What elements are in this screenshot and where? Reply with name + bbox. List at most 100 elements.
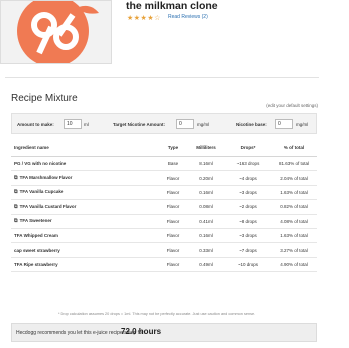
ingredient-ml: 8.16ml (187, 156, 225, 172)
ingredient-ml-text: 0.16ml (199, 189, 213, 195)
orange-logo-icon (17, 1, 99, 63)
ingredient-drops: ~7 drops (225, 242, 271, 258)
nicotine-label: Target Nicotine Amount: (113, 122, 165, 127)
ingredient-percent-text: 81.63% of total (278, 161, 310, 167)
table-row: TFA Ripe strawberry Flavor 0.49ml ~10 drops… (11, 257, 317, 273)
ingredient-ml-text: 0.16ml (199, 233, 213, 239)
external-link-icon[interactable]: ⧉ (14, 175, 18, 181)
ingredient-name[interactable]: ⧉ TFA Sweetener (11, 214, 159, 229)
external-link-icon[interactable]: ⧉ (14, 218, 18, 224)
read-reviews-link[interactable]: Read Reviews (2) (168, 14, 208, 21)
ingredient-ml: 0.33ml (187, 242, 225, 258)
ingredient-type-text: Base (167, 161, 179, 167)
ingredient-percent: 1.63% of total (271, 228, 317, 244)
col-type: Type (159, 139, 187, 157)
ingredient-type-text: Flavor (166, 233, 180, 239)
ingredient-type-text: Flavor (166, 218, 180, 224)
ingredient-drops-text: ~3 drops (239, 233, 257, 239)
ingredient-name: PG / VG with no nicotine (11, 156, 159, 172)
ingredient-drops: ~3 drops (225, 185, 271, 201)
ingredient-name-text: TFA Whipped Cream (14, 233, 58, 239)
table-row: ⧉ TFA Marshmallow Flavor Flavor 0.20ml ~4 dr… (11, 170, 317, 186)
ingredient-drops: ~10 drops (225, 257, 271, 273)
table-row: PG / VG with no nicotine Base 8.16ml ~163 d… (11, 156, 317, 172)
ingredient-name[interactable]: ⧉ TFA Vanilla Custard Flavor (11, 199, 159, 215)
ingredient-ml: 0.41ml (187, 214, 225, 229)
external-link-icon[interactable]: ⧉ (14, 204, 18, 210)
ingredient-type: Base (159, 156, 187, 172)
col-drops: Drops* (225, 139, 271, 157)
ingredient-name-text: TFA Marshmallow Flavor (19, 175, 73, 181)
table-row: cap sweet strawberry Flavor 0.33ml ~7 drops… (11, 242, 317, 258)
ingredient-name-text: PG / VG with no nicotine (14, 161, 67, 167)
nicotine-base-unit: mg/ml (296, 122, 309, 127)
ingredient-type: Flavor (159, 257, 187, 273)
ingredient-type: Flavor (159, 214, 187, 229)
ingredient-drops: ~2 drops (225, 199, 271, 215)
ingredient-name[interactable]: ⧉ TFA Marshmallow Flavor (11, 170, 159, 186)
ingredient-drops: ~4 drops (225, 170, 271, 186)
ingredient-type-text: Flavor (166, 204, 180, 210)
nicotine-base-label: Nicotine base: (236, 122, 267, 127)
ingredient-ml: 0.08ml (187, 199, 225, 215)
ingredient-ml-text: 0.08ml (199, 204, 213, 210)
ingredient-percent-text: 0.82% of total (280, 204, 308, 210)
ingredient-percent: 1.63% of total (271, 185, 317, 201)
recipe-settings-form: Amount to make: 10 ml Target Nicotine Am… (11, 113, 317, 134)
ingredient-name: cap sweet strawberry (11, 242, 159, 258)
ingredient-percent: 4.08% of total (271, 214, 317, 229)
ingredient-drops: ~3 drops (225, 228, 271, 244)
ingredient-percent-text: 4.90% of total (280, 261, 308, 267)
ingredient-type: Flavor (159, 199, 187, 215)
table-header-row: Ingredient name Type Milliliters Drops* … (11, 139, 317, 157)
ingredient-drops-text: ~163 drops (236, 161, 260, 167)
ingredient-percent-text: 2.04% of total (280, 175, 308, 181)
ingredient-percent-text: 4.08% of total (280, 218, 308, 224)
ingredient-type: Flavor (159, 228, 187, 244)
ingredient-ml: 0.16ml (187, 185, 225, 201)
ingredient-ml: 0.16ml (187, 228, 225, 244)
ingredient-percent: 0.82% of total (271, 199, 317, 215)
ingredient-type-text: Flavor (166, 189, 180, 195)
recipe-title: the milkman clone (126, 0, 218, 12)
ingredient-ml: 0.20ml (187, 170, 225, 186)
ingredient-ml-text: 0.20ml (199, 175, 213, 181)
ingredient-ml: 0.49ml (187, 257, 225, 273)
ingredient-type-text: Flavor (166, 261, 180, 267)
ingredient-drops-text: ~10 drops (237, 261, 259, 267)
ingredient-percent: 81.63% of total (271, 156, 317, 172)
col-percent: % of total (271, 139, 317, 157)
ingredient-ml-text: 0.41ml (199, 218, 213, 224)
ingredients-table: Ingredient name Type Milliliters Drops* … (11, 139, 317, 273)
ingredient-type: Flavor (159, 242, 187, 258)
amount-input[interactable]: 10 (64, 119, 82, 129)
edit-default-settings-link[interactable]: (edit your default settings) (266, 103, 318, 108)
amount-unit: ml (84, 122, 89, 127)
rating-stars-icon: ★★★★☆ (127, 15, 161, 22)
table-row: ⧉ TFA Vanilla Custard Flavor Flavor 0.08ml ~… (11, 199, 317, 215)
nicotine-base-input[interactable]: 0 (275, 119, 293, 129)
table-row: TFA Whipped Cream Flavor 0.16ml ~3 drops 1.6… (11, 228, 317, 244)
amount-label: Amount to make: (17, 122, 54, 127)
ingredient-drops: ~8 drops (225, 214, 271, 229)
drop-calculation-note: * Drop calculation assumes 20 drops = 1m… (58, 312, 256, 316)
ingredient-name-text: cap sweet strawberry (14, 247, 60, 253)
ingredient-ml-text: 0.33ml (199, 247, 213, 253)
ingredient-name[interactable]: ⧉ TFA Vanilla Cupcake (11, 185, 159, 201)
ingredient-name-text: TFA Vanilla Custard Flavor (19, 203, 77, 209)
nicotine-input[interactable]: 0 (176, 119, 194, 129)
ingredient-type-text: Flavor (166, 175, 180, 181)
external-link-icon[interactable]: ⧉ (14, 189, 18, 195)
ingredient-name: TFA Whipped Cream (11, 228, 159, 244)
ingredient-drops: ~163 drops (225, 156, 271, 172)
ingredient-type: Flavor (159, 170, 187, 186)
ingredient-type-text: Flavor (166, 247, 180, 253)
ingredient-name: TFA Ripe strawberry (11, 257, 159, 273)
divider (5, 77, 319, 78)
ingredient-name-text: TFA Ripe strawberry (14, 261, 58, 267)
ingredient-drops-text: ~7 drops (239, 247, 257, 253)
ingredient-drops-text: ~3 drops (239, 189, 257, 195)
ingredient-drops-text: ~2 drops (239, 204, 257, 210)
ingredient-drops-text: ~4 drops (239, 175, 257, 181)
ingredient-percent: 3.27% of total (271, 242, 317, 258)
